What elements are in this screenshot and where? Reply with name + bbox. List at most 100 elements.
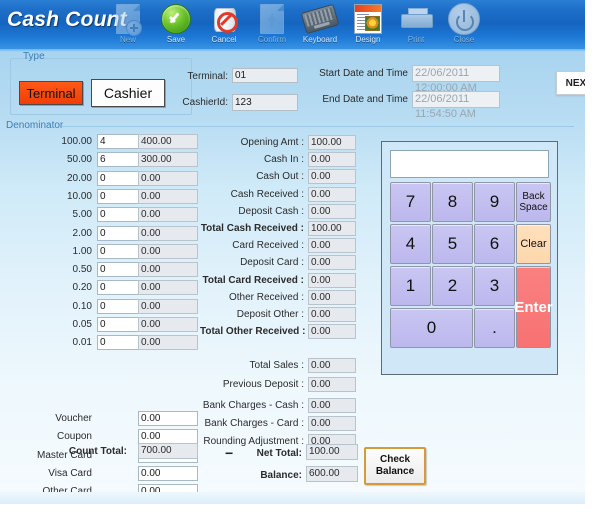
denomination-count-input[interactable]: 0 <box>97 262 143 278</box>
payment-type-input[interactable]: 0.00 <box>138 484 198 500</box>
keypad-key-9[interactable]: 9 <box>474 182 515 222</box>
keypad-key-8[interactable]: 8 <box>432 182 473 222</box>
cashier-id-field[interactable]: 123 <box>232 94 298 111</box>
denomination-amount: 0.00 <box>138 317 198 332</box>
toolbar-label-keyboard: Keyboard <box>302 35 338 44</box>
count-total-label: Count Total: <box>68 446 127 457</box>
keypad-key-1[interactable]: 1 <box>390 266 431 306</box>
denomination-count-input[interactable]: 0 <box>97 317 143 332</box>
cancel-database-icon <box>200 3 248 35</box>
toolbar-button-save[interactable]: Save <box>152 3 200 51</box>
keypad-backspace-line2: Space <box>519 202 548 213</box>
new-document-icon <box>104 3 152 36</box>
summary-label: Total Other Received : <box>200 326 306 338</box>
summary-label: Other Received : <box>228 291 304 303</box>
toolbar-label-confirm: Confirm <box>257 35 286 44</box>
summary-value: 0.00 <box>308 307 356 322</box>
type-cashier-button[interactable]: Cashier <box>91 79 165 107</box>
denomination-count-input[interactable]: 0 <box>97 280 143 296</box>
start-date-field[interactable]: 22/06/2011 12:00:00 AM <box>412 65 500 94</box>
total-label: Total Sales : <box>249 360 304 371</box>
summary-label: Deposit Card : <box>240 257 304 269</box>
toolbar-button-design[interactable]: Design <box>344 3 392 51</box>
keypad-key-5[interactable]: 5 <box>432 224 473 264</box>
keypad-key-enter[interactable]: Enter <box>514 266 553 348</box>
toolbar-label-save: Save <box>166 35 186 44</box>
payment-type-label: Coupon <box>56 431 92 443</box>
toolbar-label-cancel: Cancel <box>211 35 237 44</box>
toolbar-button-close[interactable]: Close <box>440 3 488 51</box>
keypad-key-4[interactable]: 4 <box>390 224 431 264</box>
next-button[interactable]: NEXT <box>556 71 585 95</box>
summary-value: 100.00 <box>308 135 356 150</box>
cashier-field-label: CashierId: <box>182 97 228 108</box>
keypad-display[interactable] <box>390 150 549 178</box>
keypad-key-0[interactable]: 0 <box>390 308 473 348</box>
summary-value: 0.00 <box>308 289 356 305</box>
denomination-count-input[interactable]: 0 <box>97 243 143 259</box>
denomination-amount: 400.00 <box>138 134 198 149</box>
total-label: Previous Deposit : <box>222 379 304 390</box>
denomination-label: 2.00 <box>72 227 92 239</box>
printer-icon <box>392 3 440 35</box>
toolbar-button-print[interactable]: Print <box>392 3 440 51</box>
toolbar-button-cancel[interactable]: Cancel <box>200 3 248 51</box>
keypad-key-7[interactable]: 7 <box>390 182 431 222</box>
denomination-amount: 0.00 <box>138 298 198 314</box>
keypad-key-clear[interactable]: Clear <box>516 224 551 264</box>
toolbar-button-confirm[interactable]: Confirm <box>248 3 296 51</box>
payment-type-label: Voucher <box>55 413 92 424</box>
confirm-upload-icon <box>248 3 296 35</box>
title-toolbar: Cash Count New Save Cancel Confirm Keybo… <box>0 0 585 52</box>
summary-value: 0.00 <box>308 255 356 271</box>
summary-label: Total Cash Received : <box>200 223 304 234</box>
summary-value: 0.00 <box>308 238 356 254</box>
denomination-count-input[interactable]: 6 <box>97 152 143 168</box>
denomination-amount: 0.00 <box>138 170 198 186</box>
cash-count-window: Cash Count New Save Cancel Confirm Keybo… <box>0 0 596 514</box>
end-date-field[interactable]: 22/06/2011 11:54:50 AM <box>412 91 500 120</box>
summary-label: Deposit Other : <box>236 309 304 320</box>
keypad-key-2[interactable]: 2 <box>432 266 473 306</box>
denomination-count-input[interactable]: 0 <box>97 335 143 351</box>
denomination-label: 0.01 <box>72 337 92 349</box>
denomination-label: 5.00 <box>72 209 92 221</box>
denomination-count-input[interactable]: 4 <box>97 134 143 149</box>
toolbar-button-new[interactable]: New <box>104 3 152 51</box>
denomination-count-input[interactable]: 0 <box>97 170 143 186</box>
payment-type-input[interactable]: 0.00 <box>138 411 198 426</box>
summary-value: 0.00 <box>308 186 356 202</box>
denomination-label: 100.00 <box>61 136 92 147</box>
denomination-amount: 0.00 <box>138 207 198 223</box>
total-label: Bank Charges - Card : <box>204 418 305 429</box>
form-body: Type Terminal Cashier Terminal: 01 Cashi… <box>0 52 585 504</box>
green-check-icon <box>152 3 200 35</box>
terminal-field[interactable]: 01 <box>232 68 298 83</box>
keypad-key-dot[interactable]: . <box>474 308 515 348</box>
toolbar-button-keyboard[interactable]: Keyboard <box>296 3 344 51</box>
type-terminal-button[interactable]: Terminal <box>19 81 83 105</box>
summary-label: Cash Out : <box>256 171 304 183</box>
keyboard-icon <box>296 3 344 35</box>
denomination-label: 10.00 <box>66 190 92 202</box>
keypad-backspace-line1: Back <box>522 191 545 202</box>
keypad-key-6[interactable]: 6 <box>474 224 515 264</box>
denomination-count-input[interactable]: 0 <box>97 225 143 241</box>
summary-label: Total Card Received : <box>202 274 304 286</box>
keypad-key-3[interactable]: 3 <box>474 266 515 306</box>
numeric-keypad: 7 8 9 Back Space 4 5 6 Clear 1 2 3 Enter… <box>381 141 558 375</box>
summary-label: Opening Amt : <box>240 137 304 148</box>
terminal-field-label: Terminal: <box>187 71 228 82</box>
denomination-label: 0.20 <box>72 282 92 294</box>
denomination-count-input[interactable]: 0 <box>97 188 143 204</box>
total-value: 0.00 <box>308 358 356 373</box>
summary-label: Cash Received : <box>230 188 304 200</box>
summary-value: 0.00 <box>308 272 356 288</box>
keypad-key-backspace[interactable]: Back Space <box>516 182 551 222</box>
denomination-count-input[interactable]: 0 <box>97 207 143 223</box>
summary-value: 100.00 <box>308 221 356 236</box>
toolbar-label-new: New <box>119 35 136 44</box>
check-balance-button[interactable]: Check Balance <box>364 447 426 485</box>
denomination-label: 20.00 <box>66 172 92 184</box>
denomination-count-input[interactable]: 0 <box>97 298 143 314</box>
